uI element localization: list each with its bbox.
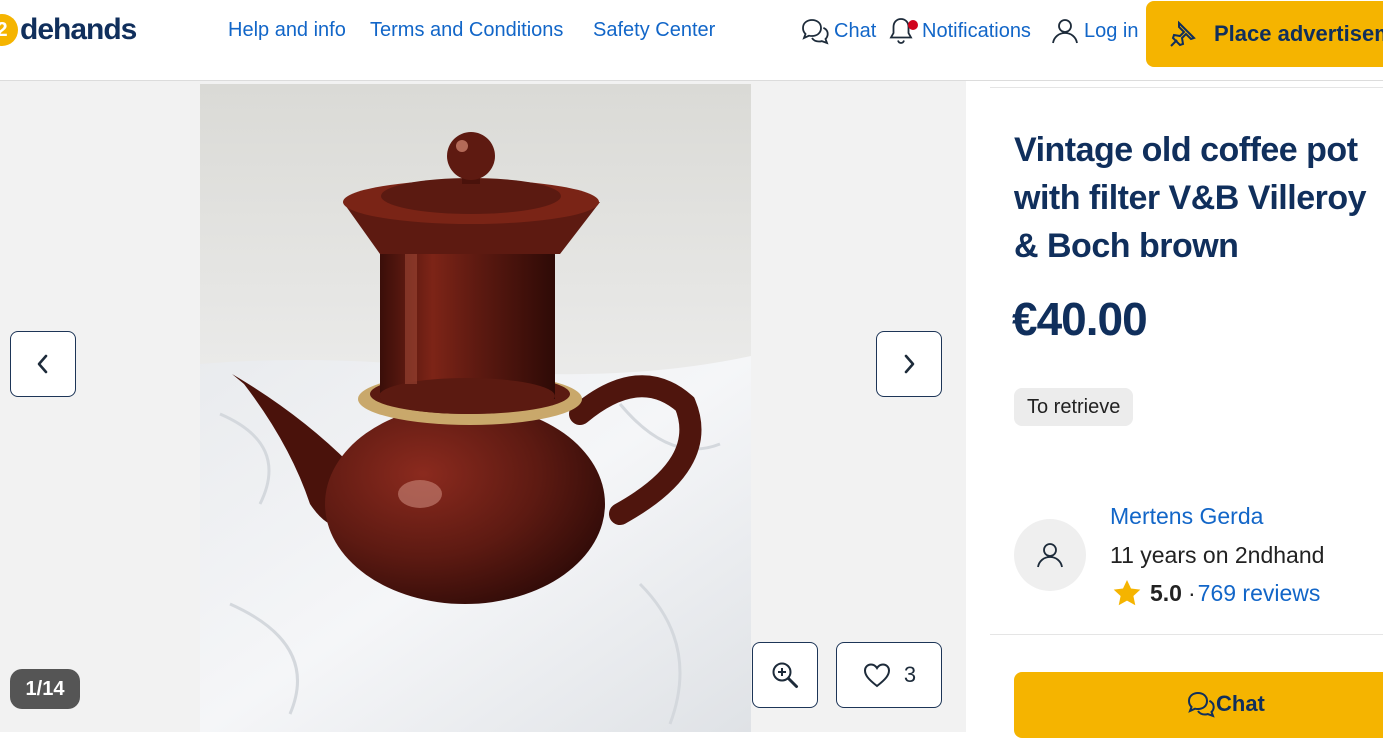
- image-gallery: 1/14 3: [0, 81, 966, 732]
- reviews-link[interactable]: 769 reviews: [1198, 580, 1321, 607]
- details-divider: [990, 634, 1383, 635]
- user-icon: [1052, 19, 1078, 44]
- listing-price: €40.00: [1012, 293, 1148, 345]
- seller-name-link[interactable]: Mertens Gerda: [1110, 503, 1263, 530]
- pin-icon: [1170, 20, 1196, 47]
- image-counter: 1/14: [10, 669, 80, 709]
- details-divider-top: [990, 87, 1383, 88]
- bell-icon-wrap: [888, 16, 918, 46]
- star-icon: [1113, 580, 1141, 606]
- header-login-link[interactable]: Log in: [1050, 14, 1139, 48]
- chevron-right-icon: [904, 354, 915, 374]
- logo-wordmark: dehands: [20, 13, 137, 46]
- rating-score: 5.0: [1150, 579, 1182, 606]
- chat-button[interactable]: Chat: [1014, 672, 1383, 738]
- nav-help-and-info[interactable]: Help and info: [228, 19, 346, 42]
- delivery-badge: To retrieve: [1014, 388, 1134, 426]
- chat-icon: [802, 19, 829, 45]
- site-header: 2 dehands Help and info Terms and Condit…: [0, 0, 1383, 81]
- favorite-count: 3: [903, 662, 917, 687]
- favorite-button[interactable]: 3: [836, 642, 942, 708]
- site-logo[interactable]: 2 dehands: [0, 8, 137, 52]
- seller-membership: 11 years on 2ndhand: [1110, 542, 1325, 568]
- zoom-button[interactable]: [752, 642, 818, 708]
- chat-icon: [1187, 691, 1215, 718]
- next-image-button[interactable]: [876, 331, 942, 397]
- seller-rating: 5.0 · 769 reviews: [1112, 578, 1320, 608]
- chat-button-content: Chat: [1186, 690, 1265, 718]
- listing-title: Vintage old coffee pot with filter V&B V…: [1014, 131, 1367, 265]
- header-notifications-link[interactable]: Notifications: [888, 14, 1031, 48]
- nav-terms-and-conditions[interactable]: Terms and Conditions: [370, 19, 563, 42]
- logo-mark: 2: [0, 14, 18, 46]
- heart-icon: [863, 663, 890, 688]
- previous-image-button[interactable]: [10, 331, 76, 397]
- rating-separator: ·: [1187, 579, 1196, 606]
- user-icon: [1037, 543, 1063, 568]
- header-chat-link[interactable]: Chat: [800, 14, 876, 48]
- place-advertisement-button[interactable]: Place advertisement: [1146, 1, 1383, 67]
- chevron-left-icon: [37, 354, 48, 374]
- seller-avatar[interactable]: [1014, 519, 1086, 591]
- chat-button-label: Chat: [1216, 691, 1265, 716]
- nav-safety-center[interactable]: Safety Center: [593, 19, 715, 42]
- coffee-pot-photo: [200, 84, 751, 732]
- place-advertisement-label: Place advertisement: [1214, 21, 1383, 46]
- listing-photo[interactable]: [200, 84, 751, 732]
- header-login-label: Log in: [1084, 19, 1139, 42]
- header-chat-label: Chat: [834, 19, 877, 42]
- zoom-in-icon: [772, 662, 798, 688]
- header-notifications-label: Notifications: [922, 19, 1031, 42]
- notification-dot: [908, 20, 918, 30]
